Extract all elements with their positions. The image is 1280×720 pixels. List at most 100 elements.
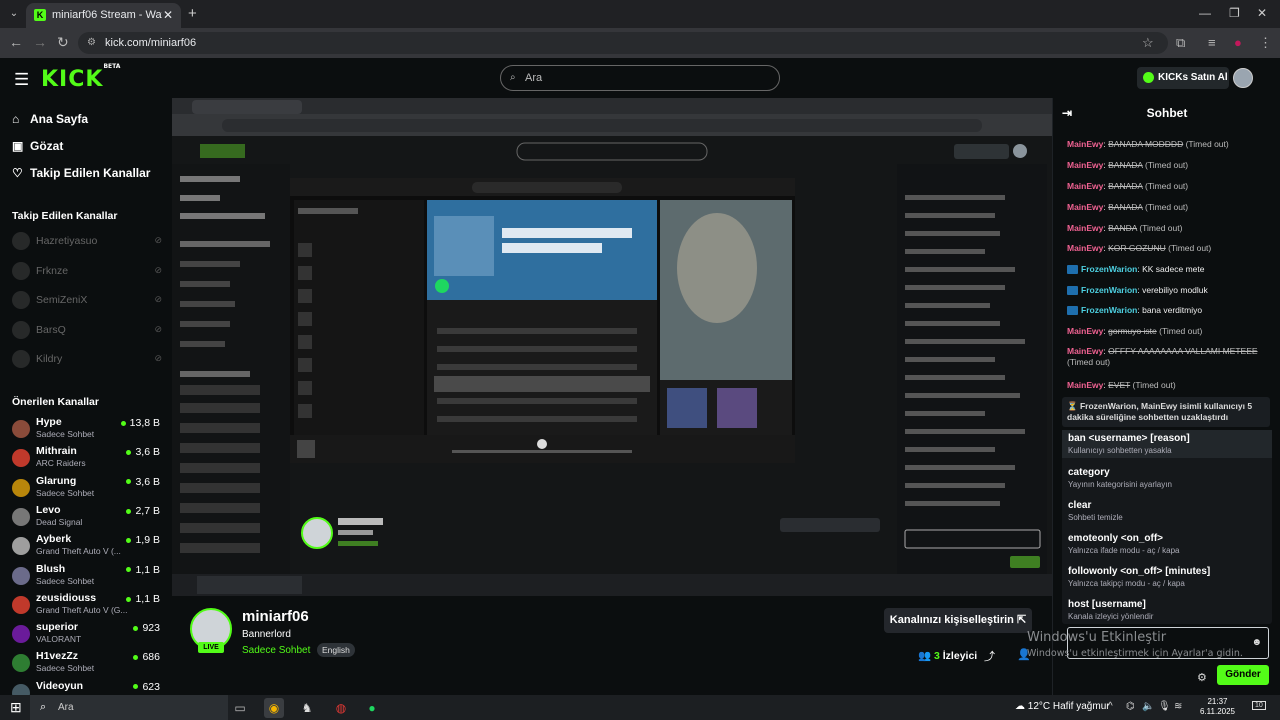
forward-icon[interactable]: → xyxy=(33,34,47,50)
task-view-icon[interactable]: ▭ xyxy=(230,698,250,718)
chat-message[interactable]: MainEwy: KOR GOZUNU (Timed out) xyxy=(1067,243,1265,254)
chat-username[interactable]: FrozenWarion xyxy=(1081,305,1137,315)
mic-icon[interactable]: 🎙 xyxy=(1158,701,1171,712)
buy-kicks-button[interactable]: KICKs Satın Al xyxy=(1137,67,1229,89)
recommended-channel[interactable]: Blush Sadece Sohbet 1,1 B xyxy=(12,563,160,589)
tray-chevron-icon[interactable]: ^ xyxy=(1108,701,1113,712)
command-suggestion[interactable]: ban <username> [reason] Kullanıcıyı sohbe… xyxy=(1062,430,1272,458)
recommended-channel[interactable]: superior VALORANT 923 xyxy=(12,621,160,647)
extensions-icon[interactable]: ⧉ xyxy=(1176,35,1185,51)
chat-username[interactable]: MainEwy xyxy=(1067,243,1103,253)
chat-username[interactable]: MainEwy xyxy=(1067,223,1103,233)
chat-message[interactable]: MainEwy: BANADA MODDDD (Timed out) xyxy=(1067,139,1265,150)
network-icon[interactable]: ⌬ xyxy=(1126,701,1135,712)
nav-following[interactable]: ♡ Takip Edilen Kanallar xyxy=(12,166,150,180)
kick-logo[interactable]: KICKBETA xyxy=(41,63,120,92)
collapse-chat-icon[interactable]: ⇥ xyxy=(1062,98,1072,128)
followed-channel[interactable]: SemiZeniX ⊘ xyxy=(12,291,162,311)
followed-channel[interactable]: Kildry ⊘ xyxy=(12,350,162,370)
chat-username[interactable]: MainEwy xyxy=(1067,380,1103,390)
command-suggestion[interactable]: host [username] Kanala izleyici yönlendir xyxy=(1068,599,1266,621)
command-suggestion[interactable]: followonly <on_off> [minutes] Yalnızca ta… xyxy=(1068,566,1266,588)
stream-category[interactable]: Sadece Sohbet xyxy=(242,645,310,656)
chat-message[interactable]: MainEwy: BANADA (Timed out) xyxy=(1067,181,1265,192)
command-description: Kullanıcıyı sohbetten yasakla xyxy=(1068,446,1172,455)
bookmark-star-icon[interactable]: ☆ xyxy=(1142,35,1154,51)
channel-name[interactable]: miniarf06 xyxy=(242,608,309,625)
chat-message[interactable]: FrozenWarion: verebiliyo modluk xyxy=(1067,285,1265,296)
chat-message[interactable]: FrozenWarion: bana verditmiyo xyxy=(1067,305,1265,316)
followed-channel[interactable]: Frknze ⊘ xyxy=(12,261,162,282)
command-suggestion[interactable]: emoteonly <on_off> Yalnızca ifade modu - … xyxy=(1068,533,1266,555)
chat-message[interactable]: MainEwy: BANDA (Timed out) xyxy=(1067,223,1265,234)
recommended-channel[interactable]: Ayberk Grand Theft Auto V (... 1,9 B xyxy=(12,533,160,559)
recommended-channel[interactable]: Mithrain ARC Raiders 3,6 B xyxy=(12,445,160,471)
command-suggestion[interactable]: clear Sohbeti temizle xyxy=(1068,500,1266,522)
tab-close-icon[interactable]: ✕ xyxy=(163,8,173,22)
notification-icon[interactable]: 10 xyxy=(1252,701,1266,710)
browser-tab[interactable]: K miniarf06 Stream - Watch Live ✕ xyxy=(26,3,181,28)
channel-category: VALORANT xyxy=(36,634,82,645)
chat-username[interactable]: MainEwy xyxy=(1067,202,1103,212)
minimize-button[interactable]: — xyxy=(1199,6,1211,20)
chat-message[interactable]: MainEwy: EVET (Timed out) xyxy=(1067,380,1265,391)
customize-channel-button[interactable]: Kanalınızı kişiselleştirin ⇱ xyxy=(884,608,1032,633)
chat-message[interactable]: MainEwy: BANADA (Timed out) xyxy=(1067,160,1265,171)
chat-username[interactable]: MainEwy xyxy=(1067,346,1103,356)
nav-browse[interactable]: ▣ Gözat xyxy=(12,139,63,153)
chat-message[interactable]: MainEwy: BANADA (Timed out) xyxy=(1067,202,1265,213)
chat-username[interactable]: MainEwy xyxy=(1067,160,1103,170)
recommended-channel[interactable]: Glarung Sadece Sohbet 3,6 B xyxy=(12,475,160,501)
chat-username[interactable]: MainEwy xyxy=(1067,326,1103,336)
chat-message[interactable]: MainEwy: gormuyo iste (Timed out) xyxy=(1067,326,1265,337)
menu-kebab-icon[interactable]: ⋮ xyxy=(1259,35,1272,51)
back-icon[interactable]: ← xyxy=(9,34,23,50)
reload-icon[interactable]: ↻ xyxy=(57,34,69,51)
chat-username[interactable]: MainEwy xyxy=(1067,181,1103,191)
windows-start-icon[interactable]: ⊞ xyxy=(10,699,22,716)
maximize-button[interactable]: ❐ xyxy=(1229,6,1240,20)
moderator-badge-icon xyxy=(1067,306,1078,316)
spotify-icon[interactable]: ● xyxy=(362,698,382,718)
language-tag[interactable]: English xyxy=(317,643,355,657)
recommended-channel[interactable]: zeusidiouss Grand Theft Auto V (G... 1,1 B xyxy=(12,592,160,618)
search-input[interactable]: ⌕ Ara xyxy=(500,65,780,91)
followed-channel[interactable]: Hazretiyasuo ⊘ xyxy=(12,232,162,252)
recommended-channel[interactable]: Levo Dead Signal 2,7 B xyxy=(12,504,160,530)
close-window-button[interactable]: ✕ xyxy=(1257,6,1267,20)
url-field[interactable]: ⚙ kick.com/miniarf06 xyxy=(78,32,1168,54)
user-avatar[interactable] xyxy=(1233,68,1253,88)
profile-icon[interactable]: ● xyxy=(1234,35,1242,50)
taskbar-search[interactable]: ⌕ Ara xyxy=(30,695,228,720)
share-icon[interactable]: ⤴ xyxy=(984,648,995,664)
site-info-icon[interactable]: ⚙ xyxy=(87,32,96,54)
nav-home[interactable]: ⌂ Ana Sayfa xyxy=(12,112,88,126)
send-button[interactable]: Gönder xyxy=(1217,665,1269,685)
emoji-icon[interactable]: ☻ xyxy=(1251,637,1262,648)
clock[interactable]: 21:37 6.11.2025 xyxy=(1200,697,1235,717)
video-player[interactable] xyxy=(172,98,1052,596)
chat-username[interactable]: FrozenWarion xyxy=(1081,264,1137,274)
chat-message[interactable]: MainEwy: OFFFY AAAAAAAA VALLAMI METEEE (… xyxy=(1067,346,1265,368)
followed-channel[interactable]: BarsQ ⊘ xyxy=(12,320,162,341)
hamburger-menu-icon[interactable]: ☰ xyxy=(14,70,29,90)
chat-username[interactable]: FrozenWarion xyxy=(1081,285,1137,295)
media-icon[interactable]: ≡ xyxy=(1208,35,1216,50)
chat-message[interactable]: FrozenWarion: KK sadece mete xyxy=(1067,264,1265,275)
tab-search-button[interactable]: ⌄ xyxy=(6,6,22,22)
recommended-channel[interactable]: H1vezZz Sadece Sohbet 686 xyxy=(12,650,160,676)
new-tab-button[interactable]: + xyxy=(188,5,197,22)
chat-settings-icon[interactable]: ⚙ xyxy=(1197,671,1207,684)
recommended-channel[interactable]: Hype Sadece Sohbet 13,8 B xyxy=(12,416,160,442)
chrome-icon[interactable]: ◉ xyxy=(264,698,284,718)
stream-game[interactable]: Bannerlord xyxy=(242,629,291,640)
weather-widget[interactable]: ☁ 12°C Hafif yağmur xyxy=(1015,701,1110,712)
game-app-icon[interactable]: ♞ xyxy=(297,698,317,718)
viewer-count: 623 xyxy=(133,681,160,693)
wifi-icon[interactable]: ≋ xyxy=(1174,701,1182,712)
steam-icon[interactable]: ◍ xyxy=(331,698,351,718)
channel-avatar xyxy=(12,625,30,644)
command-suggestion[interactable]: category Yayının kategorisini ayarlayın xyxy=(1068,467,1266,489)
volume-icon[interactable]: 🔈 xyxy=(1142,701,1154,712)
chat-username[interactable]: MainEwy xyxy=(1067,139,1103,149)
